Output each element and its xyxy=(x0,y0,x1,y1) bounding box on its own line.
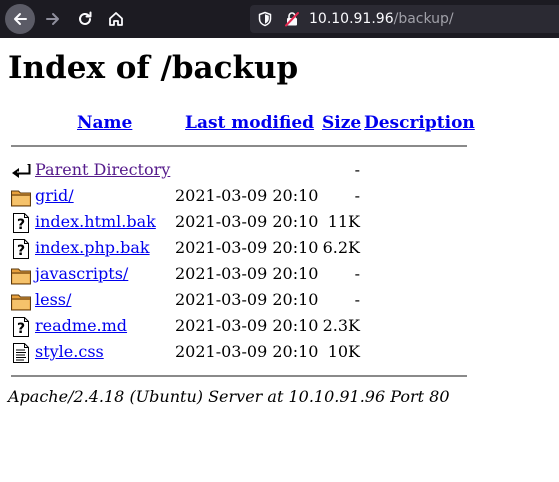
file-size: 11K xyxy=(327,212,360,231)
file-size: 10K xyxy=(327,342,360,361)
file-size: 2.3K xyxy=(322,316,360,335)
file-link[interactable]: javascripts/ xyxy=(35,264,128,284)
file-size: - xyxy=(354,160,360,179)
text-file-icon xyxy=(10,342,32,364)
unknown-file-icon: ? xyxy=(10,238,32,260)
forward-button[interactable] xyxy=(38,4,68,34)
file-row: ? index.php.bak 2021-03-09 20:10 6.2K xyxy=(0,237,480,261)
file-link[interactable]: readme.md xyxy=(35,316,127,336)
file-modified: 2021-03-09 20:10 xyxy=(175,238,319,257)
url-host: 10.10.91.96 xyxy=(309,11,394,27)
column-header-last-modified[interactable]: Last modified xyxy=(185,112,314,134)
footer-divider xyxy=(11,375,467,377)
unknown-file-icon: ? xyxy=(10,212,32,234)
home-button[interactable] xyxy=(101,4,131,34)
svg-text:?: ? xyxy=(17,217,25,233)
back-icon xyxy=(10,160,32,182)
file-link[interactable]: less/ xyxy=(35,290,71,310)
home-icon xyxy=(109,12,123,26)
file-link[interactable]: index.html.bak xyxy=(35,212,156,232)
column-header-description[interactable]: Description xyxy=(364,112,475,134)
svg-text:?: ? xyxy=(17,321,25,337)
file-modified: 2021-03-09 20:10 xyxy=(175,316,319,335)
file-size: - xyxy=(354,264,360,283)
back-arrow-icon xyxy=(14,13,27,25)
file-row: javascripts/2021-03-09 20:10 - xyxy=(0,263,480,287)
file-modified: 2021-03-09 20:10 xyxy=(175,264,319,283)
column-header-name[interactable]: Name xyxy=(77,112,132,134)
file-link[interactable]: grid/ xyxy=(35,186,74,206)
page-title: Index of /backup xyxy=(8,50,299,86)
column-header-size[interactable]: Size xyxy=(322,112,361,134)
file-row: style.css 2021-03-09 20:10 10K xyxy=(0,341,480,365)
address-bar[interactable]: 10.10.91.96/backup/ xyxy=(250,5,559,33)
folder-icon xyxy=(10,186,32,208)
back-button[interactable] xyxy=(5,4,35,34)
browser-toolbar: 10.10.91.96/backup/ xyxy=(0,0,559,38)
file-link[interactable]: style.css xyxy=(35,342,104,362)
folder-icon xyxy=(10,264,32,286)
file-size: 6.2K xyxy=(322,238,360,257)
reload-button[interactable] xyxy=(70,4,100,34)
file-size: - xyxy=(354,290,360,309)
folder-icon xyxy=(10,290,32,312)
reload-icon xyxy=(79,11,92,25)
file-row: ? index.html.bak 2021-03-09 20:10 11K xyxy=(0,211,480,235)
file-link[interactable]: index.php.bak xyxy=(35,238,150,258)
url-path: /backup/ xyxy=(393,11,454,27)
unknown-file-icon: ? xyxy=(10,316,32,338)
file-modified: 2021-03-09 20:10 xyxy=(175,186,319,205)
svg-text:?: ? xyxy=(17,243,25,259)
file-row: grid/2021-03-09 20:10 - xyxy=(0,185,480,209)
file-row: less/2021-03-09 20:10 - xyxy=(0,289,480,313)
forward-arrow-icon xyxy=(46,13,59,25)
shield-icon[interactable] xyxy=(257,11,273,27)
file-size: - xyxy=(354,186,360,205)
file-link[interactable]: Parent Directory xyxy=(35,160,170,180)
insecure-lock-icon[interactable] xyxy=(284,11,300,27)
file-modified: 2021-03-09 20:10 xyxy=(175,342,319,361)
file-modified: 2021-03-09 20:10 xyxy=(175,290,319,309)
file-row: ? readme.md 2021-03-09 20:10 2.3K xyxy=(0,315,480,339)
header-divider xyxy=(11,145,467,147)
server-signature: Apache/2.4.18 (Ubuntu) Server at 10.10.9… xyxy=(8,387,450,406)
file-row: Parent Directory - xyxy=(0,159,480,183)
file-modified: 2021-03-09 20:10 xyxy=(175,212,319,231)
url-text[interactable]: 10.10.91.96/backup/ xyxy=(309,10,454,28)
